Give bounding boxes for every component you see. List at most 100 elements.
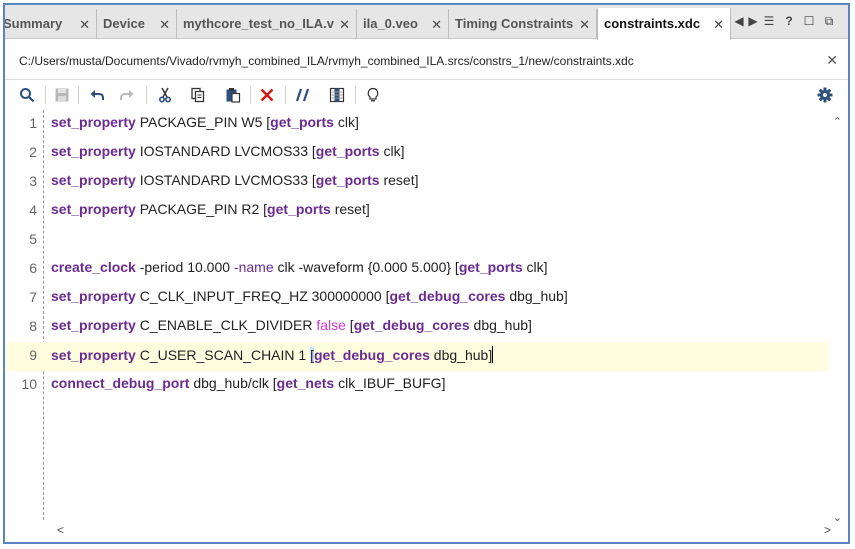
command-keyword: set_property: [51, 172, 136, 188]
command-keyword: set_property: [51, 114, 136, 130]
subcommand-keyword: get_ports: [315, 143, 380, 159]
subcommand-keyword: get_ports: [270, 114, 334, 130]
toolbar-separator: [250, 86, 251, 104]
tab-menu-icon[interactable]: ☰: [762, 14, 776, 28]
undo-icon[interactable]: [87, 85, 107, 105]
tab-label: ila_0.veo: [363, 16, 418, 31]
scroll-left-icon[interactable]: <: [57, 523, 64, 537]
code-segment: clk]: [379, 143, 405, 159]
code-text: set_property C_USER_SCAN_CHAIN 1 [get_de…: [51, 346, 494, 363]
code-segment: clk]: [333, 114, 359, 130]
line-number: 4: [29, 202, 37, 218]
code-text: connect_debug_port dbg_hub/clk [get_nets…: [51, 375, 445, 391]
subcommand-keyword: get_ports: [315, 172, 380, 188]
tab-mythcore[interactable]: mythcore_test_no_ILA.v ✕: [177, 9, 357, 39]
code-line[interactable]: 7 set_property C_CLK_INPUT_FREQ_HZ 300000…: [5, 284, 828, 313]
line-number: 9: [29, 347, 37, 363]
line-number: 8: [29, 318, 37, 334]
comment-icon[interactable]: [293, 85, 313, 105]
help-icon[interactable]: ?: [782, 14, 796, 28]
editor-window: Summary ✕ Device ✕ mythcore_test_no_ILA.…: [3, 3, 850, 544]
code-segment: C_USER_SCAN_CHAIN 1: [135, 347, 311, 363]
code-segment: IOSTANDARD LVCMOS33 [: [135, 172, 316, 188]
horizontal-scrollbar[interactable]: < >: [43, 520, 833, 540]
toolbar-separator: [78, 86, 79, 104]
tab-label: Summary: [3, 16, 63, 31]
scroll-down-icon[interactable]: ⌄: [833, 511, 842, 524]
tab-timing-constraints[interactable]: Timing Constraints ✕: [449, 9, 597, 39]
close-icon[interactable]: ✕: [826, 52, 838, 69]
scroll-right-icon[interactable]: >: [824, 523, 831, 537]
close-icon[interactable]: ✕: [579, 17, 590, 33]
code-line[interactable]: 10 connect_debug_port dbg_hub/clk [get_ne…: [5, 371, 828, 400]
file-path-bar: C:/Users/musta/Documents/Vivado/rvmyh_co…: [5, 40, 848, 80]
code-segment: C_ENABLE_CLK_DIVIDER: [135, 317, 317, 333]
code-segment: clk]: [522, 259, 548, 275]
line-number: 5: [29, 231, 37, 247]
tab-ila[interactable]: ila_0.veo ✕: [357, 9, 449, 39]
code-text: set_property PACKAGE_PIN R2 [get_ports r…: [51, 201, 370, 217]
lightbulb-icon[interactable]: [363, 85, 383, 105]
cut-icon[interactable]: [155, 85, 175, 105]
code-line[interactable]: 5: [5, 226, 828, 255]
line-number: 2: [29, 144, 37, 160]
line-number: 6: [29, 260, 37, 276]
code-line[interactable]: 3 set_property IOSTANDARD LVCMOS33 [get_p…: [5, 168, 828, 197]
tab-label: mythcore_test_no_ILA.v: [183, 16, 334, 31]
code-text: set_property C_CLK_INPUT_FREQ_HZ 3000000…: [51, 288, 568, 304]
scroll-tabs-left-icon[interactable]: ◀: [732, 14, 746, 28]
editor-toolbar: [5, 80, 848, 110]
save-icon[interactable]: [52, 85, 72, 105]
code-segment: C_CLK_INPUT_FREQ_HZ 300000000 [: [135, 288, 390, 304]
code-segment: reset]: [330, 201, 370, 217]
code-text: set_property C_ENABLE_CLK_DIVIDER false …: [51, 317, 532, 333]
toolbar-separator: [355, 86, 356, 104]
code-line[interactable]: 1 set_property PACKAGE_PIN W5 [get_ports …: [5, 110, 828, 139]
code-text: set_property PACKAGE_PIN W5 [get_ports c…: [51, 114, 359, 130]
column-select-icon[interactable]: [327, 85, 347, 105]
code-segment: dbg_hub]: [469, 317, 532, 333]
close-icon[interactable]: ✕: [339, 17, 350, 33]
redo-icon[interactable]: [117, 85, 137, 105]
code-line[interactable]: 4 set_property PACKAGE_PIN R2 [get_ports …: [5, 197, 828, 226]
tab-label: constraints.xdc: [604, 16, 701, 31]
tab-label: Device: [103, 16, 145, 31]
line-number: 1: [29, 115, 37, 131]
code-editor[interactable]: 1 set_property PACKAGE_PIN W5 [get_ports …: [5, 110, 848, 520]
code-segment: -period 10.000: [135, 259, 234, 275]
search-icon[interactable]: [17, 85, 37, 105]
close-icon[interactable]: ✕: [431, 17, 442, 33]
code-line[interactable]: 2 set_property IOSTANDARD LVCMOS33 [get_p…: [5, 139, 828, 168]
code-segment: IOSTANDARD LVCMOS33 [: [135, 143, 316, 159]
code-line[interactable]: 6 create_clock -period 10.000 -name clk -…: [5, 255, 828, 284]
delete-icon[interactable]: [257, 85, 277, 105]
line-number: 10: [21, 376, 37, 392]
maximize-icon[interactable]: ☐: [802, 14, 816, 28]
code-line[interactable]: 9 set_property C_USER_SCAN_CHAIN 1 [get_d…: [5, 342, 828, 371]
code-segment: clk_IBUF_BUFG]: [334, 375, 446, 391]
subcommand-keyword: get_debug_cores: [353, 317, 470, 333]
close-icon[interactable]: ✕: [159, 17, 170, 33]
paste-icon[interactable]: [223, 85, 243, 105]
copy-icon[interactable]: [188, 85, 208, 105]
tab-constraints-xdc[interactable]: constraints.xdc ✕: [597, 8, 731, 40]
toolbar-separator: [45, 86, 46, 104]
text-cursor: [492, 346, 494, 363]
command-keyword: connect_debug_port: [51, 375, 190, 391]
scroll-up-icon[interactable]: ⌃: [833, 115, 842, 128]
code-line[interactable]: 8 set_property C_ENABLE_CLK_DIVIDER false…: [5, 313, 828, 342]
scroll-tabs-right-icon[interactable]: ▶: [746, 14, 760, 28]
close-icon[interactable]: ✕: [79, 17, 90, 33]
subcommand-keyword: get_debug_cores: [313, 347, 430, 363]
line-number: 3: [29, 173, 37, 189]
close-icon[interactable]: ✕: [713, 17, 724, 33]
tab-bar: Summary ✕ Device ✕ mythcore_test_no_ILA.…: [3, 5, 848, 40]
command-keyword: set_property: [51, 143, 136, 159]
boolean-literal: false: [316, 317, 346, 333]
float-window-icon[interactable]: ⧉: [822, 14, 836, 29]
gear-icon[interactable]: [815, 85, 835, 105]
subcommand-keyword: get_ports: [267, 201, 331, 217]
tab-summary[interactable]: Summary ✕: [3, 9, 97, 39]
tab-device[interactable]: Device ✕: [97, 9, 177, 39]
code-segment: reset]: [379, 172, 419, 188]
